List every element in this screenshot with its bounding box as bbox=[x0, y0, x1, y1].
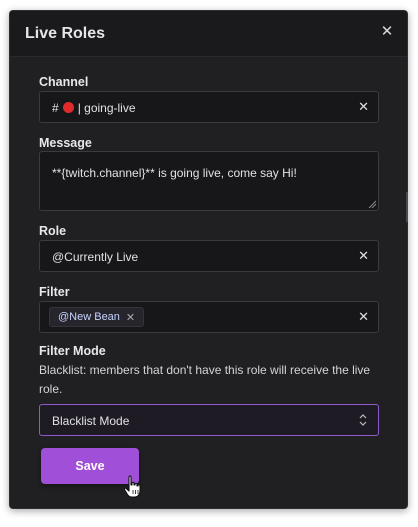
channel-select[interactable]: # | going-live ✕ bbox=[39, 91, 379, 123]
resize-handle-icon[interactable] bbox=[368, 200, 376, 208]
hash-icon: # bbox=[52, 101, 59, 115]
scrollbar-thumb[interactable] bbox=[406, 192, 408, 222]
role-select[interactable]: @Currently Live ✕ bbox=[39, 240, 379, 272]
role-label: Role bbox=[39, 224, 67, 238]
channel-clear-icon[interactable]: ✕ bbox=[358, 99, 369, 115]
filter-clear-icon[interactable]: ✕ bbox=[358, 309, 369, 325]
live-roles-dialog: Live Roles ✕ Channel # | going-live ✕ Mes… bbox=[9, 10, 408, 509]
role-value: @Currently Live bbox=[52, 250, 139, 264]
chevron-up-down-icon bbox=[359, 414, 367, 426]
filter-mode-description: Blacklist: members that don't have this … bbox=[39, 363, 371, 396]
filter-chip[interactable]: @New Bean ✕ bbox=[49, 307, 145, 327]
message-textarea[interactable]: **{twitch.channel}** is going live, come… bbox=[39, 151, 379, 211]
hand-cursor-icon bbox=[123, 475, 141, 498]
filter-chip-label: @New Bean bbox=[58, 311, 120, 323]
dialog-title: Live Roles bbox=[25, 25, 106, 42]
close-icon[interactable]: ✕ bbox=[379, 24, 395, 40]
channel-label: Channel bbox=[39, 75, 89, 89]
message-value: **{twitch.channel}** is going live, come… bbox=[52, 166, 297, 180]
filter-mode-select[interactable]: Blacklist Mode bbox=[39, 404, 379, 436]
filter-label: Filter bbox=[39, 285, 70, 299]
filter-mode-value: Blacklist Mode bbox=[52, 414, 130, 428]
role-clear-icon[interactable]: ✕ bbox=[358, 248, 369, 264]
dialog-header: Live Roles ✕ bbox=[10, 11, 407, 57]
channel-value: # | going-live bbox=[52, 101, 136, 115]
filter-multiselect[interactable]: @New Bean ✕ ✕ bbox=[39, 301, 379, 333]
channel-name: | going-live bbox=[77, 101, 136, 115]
red-circle-icon bbox=[62, 102, 74, 113]
chip-remove-icon[interactable]: ✕ bbox=[126, 311, 135, 324]
message-label: Message bbox=[39, 136, 92, 150]
filter-mode-label: Filter Mode bbox=[39, 344, 106, 358]
